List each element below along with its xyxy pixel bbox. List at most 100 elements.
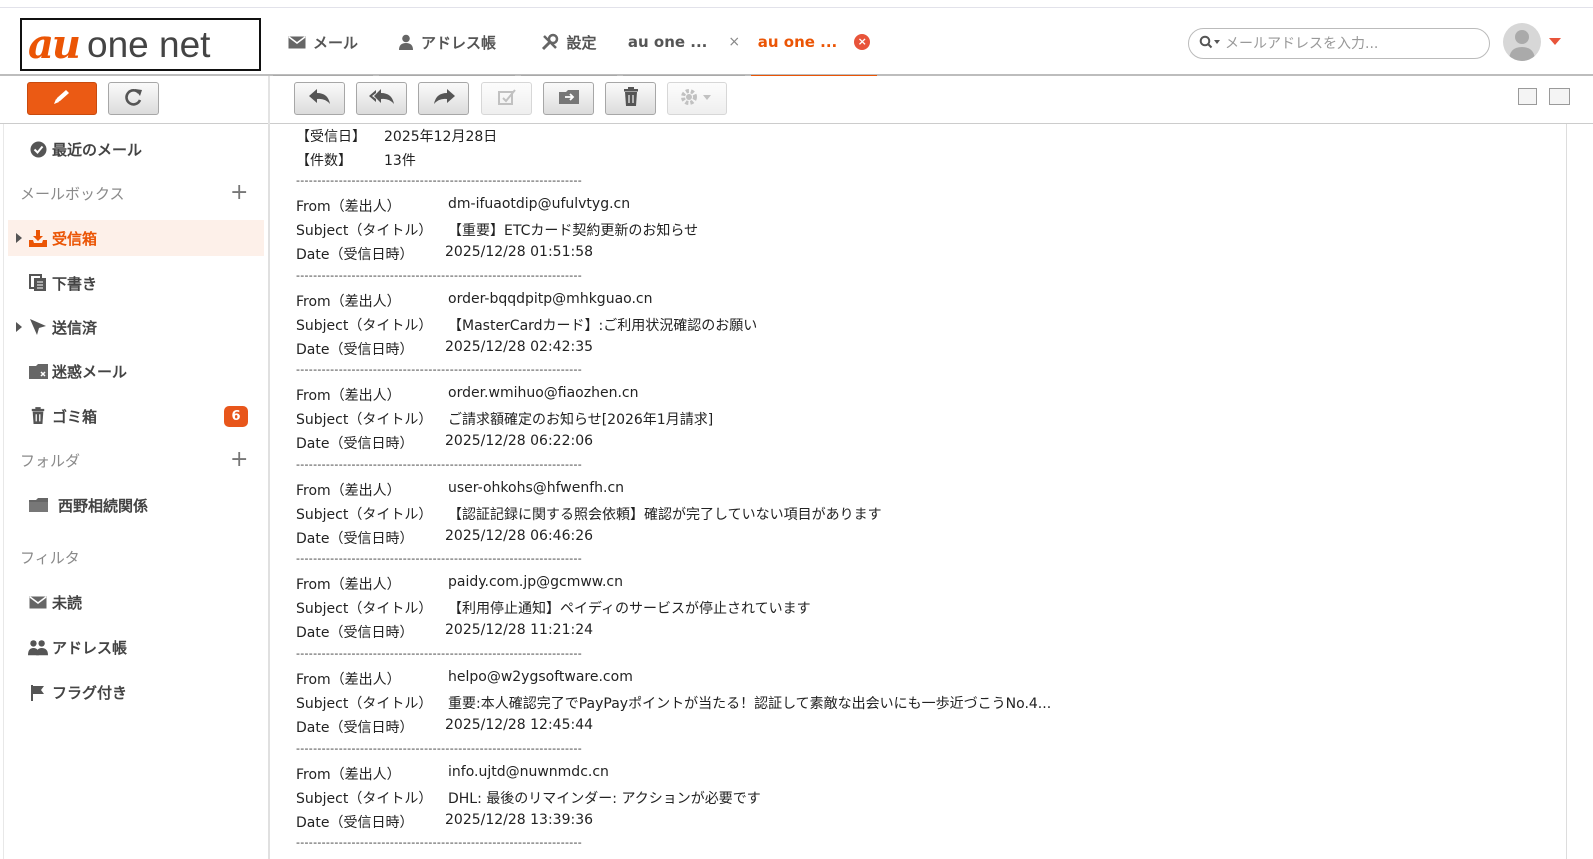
entry-subject-value: 【利用停止通知】ペイディのサービスが停止されています	[448, 601, 811, 618]
sidebar-item-label: 最近のメール	[52, 140, 143, 159]
move-button[interactable]	[543, 82, 594, 115]
tab-mail[interactable]: メール	[270, 8, 376, 78]
sidebar-item-recent[interactable]: 最近のメール	[8, 131, 264, 167]
search-box	[1188, 28, 1490, 59]
add-mailbox-plus-icon[interactable]: +	[230, 182, 248, 204]
people-icon	[28, 637, 48, 657]
sidebar-item-label: 送信済	[52, 318, 98, 337]
logo-rest-text: one net	[87, 24, 211, 65]
drafts-pages-icon	[28, 273, 48, 293]
entry-date-value: 2025/12/28 01:51:58	[445, 244, 594, 260]
sidebar-item-label: アドレス帳	[52, 638, 128, 657]
sidebar-filter-address-book[interactable]: アドレス帳	[8, 629, 264, 665]
received-date-label: 【受信日】	[296, 129, 366, 145]
logo-au-text: au	[28, 20, 81, 68]
sidebar-folder-nishino[interactable]: 西野相続関係	[8, 487, 264, 523]
tab-close-icon[interactable]: ×	[728, 34, 740, 50]
checkbox-edit-icon	[497, 88, 517, 110]
folder-icon	[28, 495, 48, 515]
received-date-value: 2025年12月28日	[384, 129, 498, 145]
reply-all-button[interactable]	[356, 82, 407, 115]
entry-subject-value: DHL: 最後のリマインダー: アクションが必要です	[448, 790, 761, 807]
tab-address-book[interactable]: アドレス帳	[376, 8, 518, 78]
refresh-button[interactable]	[108, 82, 159, 115]
delete-button[interactable]	[605, 82, 656, 115]
count-label: 【件数】	[296, 153, 352, 169]
sidebar-item-label: 西野相続関係	[58, 496, 149, 515]
au-one-net-logo[interactable]: au one net	[20, 18, 261, 71]
tab-au-one-2[interactable]: au one ... ×	[748, 8, 880, 78]
tab-au-one-2-label: au one ...	[757, 33, 838, 51]
compose-button[interactable]	[27, 82, 97, 115]
entry-from-label: From（差出人）	[296, 482, 401, 499]
reply-all-icon	[368, 88, 396, 110]
count-value: 13件	[384, 153, 416, 169]
entry-subject-label: Subject（タイトル）	[296, 412, 433, 429]
split-pane-view-icon[interactable]	[1549, 88, 1570, 105]
sidebar-item-inbox[interactable]: 受信箱	[8, 220, 264, 256]
entry-from-label: From（差出人）	[296, 388, 401, 405]
sidebar-item-label: 迷惑メール	[52, 362, 128, 381]
entry-subject-label: Subject（タイトル）	[296, 696, 433, 712]
entry-from-value: order.wmihuo@fiaozhen.cn	[448, 385, 639, 402]
sidebar-filter-unread[interactable]: 未読	[8, 584, 264, 620]
add-folder-plus-icon[interactable]: +	[230, 449, 248, 471]
trash-count-badge: 6	[224, 405, 248, 427]
entry-subject-label: Subject（タイトル）	[296, 317, 433, 334]
entry-from-value: order-bqqdpitp@mhkguao.cn	[448, 290, 653, 307]
sidebar-filter-flagged[interactable]: フラグ付き	[8, 674, 264, 710]
avatar[interactable]	[1503, 23, 1541, 61]
entry-from-value: helpo@w2ygsoftware.com	[448, 669, 633, 685]
separator-line: ----------------------------------------…	[296, 836, 583, 850]
single-pane-view-icon[interactable]	[1518, 88, 1537, 105]
tab-settings[interactable]: 設定	[518, 8, 620, 78]
tools-icon	[541, 33, 559, 51]
move-folder-icon	[558, 88, 580, 110]
entry-from-label: From（差出人）	[296, 577, 401, 594]
mail-icon	[28, 592, 48, 612]
sidebar-item-label: 未読	[52, 593, 83, 612]
mark-button[interactable]	[481, 82, 532, 115]
sidebar-item-spam[interactable]: 迷惑メール	[8, 353, 264, 389]
reply-icon	[308, 88, 332, 110]
entry-from-value: user-ohkohs@hfwenfh.cn	[448, 479, 625, 496]
trash-icon	[28, 406, 48, 426]
entry-from-line: From（差出人） paidy.com.jp@gcmww.cn	[296, 574, 623, 594]
entry-subject-value: ご請求額確定のお知らせ[2026年1月請求]	[448, 412, 714, 429]
forward-button[interactable]	[418, 82, 469, 115]
folder-section-label: フォルダ	[20, 451, 81, 470]
entry-date-value: 2025/12/28 02:42:35	[445, 338, 594, 355]
entry-subject-value: 【認証記録に関する照会依頼】確認が完了していない項目があります	[448, 506, 882, 523]
search-input[interactable]	[1225, 35, 1475, 52]
main-tabs: メール アドレス帳 設定 au one ... × au one ... ×	[270, 8, 880, 78]
entry-date-value: 2025/12/28 11:21:24	[445, 622, 594, 639]
expand-arrow-icon[interactable]	[16, 322, 22, 332]
entry-from-line: From（差出人） dm-ifuaotdip@ufulvtyg.cn	[296, 196, 630, 216]
sidebar-item-trash[interactable]: ゴミ箱 6	[8, 398, 264, 434]
entry-date-label: Date（受信日時）	[296, 436, 414, 453]
entry-date-label: Date（受信日時）	[296, 341, 414, 358]
reply-button[interactable]	[294, 82, 345, 115]
sidebar-item-label: フラグ付き	[52, 683, 128, 702]
search-icon[interactable]	[1199, 34, 1221, 53]
entry-subject-line: Subject（タイトル） DHL: 最後のリマインダー: アクションが必要です	[296, 788, 761, 808]
entry-date-line: Date（受信日時） 2025/12/28 11:21:24	[296, 622, 593, 642]
spam-folder-icon	[28, 361, 48, 381]
entry-from-label: From（差出人）	[296, 199, 401, 215]
folder-section-header: フォルダ +	[20, 448, 250, 472]
entry-from-value: info.ujtd@nuwnmdc.cn	[448, 763, 609, 780]
entry-subject-label: Subject（タイトル）	[296, 601, 433, 618]
sidebar-item-sent[interactable]: 送信済	[8, 309, 264, 345]
tab-au-one-1[interactable]: au one ... ×	[620, 8, 748, 78]
entry-subject-line: Subject（タイトル） ご請求額確定のお知らせ[2026年1月請求]	[296, 409, 713, 429]
entry-date-value: 2025/12/28 06:22:06	[445, 433, 594, 450]
expand-arrow-icon[interactable]	[16, 233, 22, 243]
entry-from-label: From（差出人）	[296, 672, 401, 688]
entry-from-label: From（差出人）	[296, 293, 401, 310]
sidebar-item-drafts[interactable]: 下書き	[8, 265, 264, 301]
mailbox-section-header: メールボックス +	[20, 181, 250, 205]
entry-subject-label: Subject（タイトル）	[296, 506, 433, 523]
tab-close-circle-icon[interactable]: ×	[854, 34, 871, 50]
more-settings-button[interactable]	[667, 82, 727, 115]
account-menu-caret-icon[interactable]	[1549, 38, 1561, 45]
